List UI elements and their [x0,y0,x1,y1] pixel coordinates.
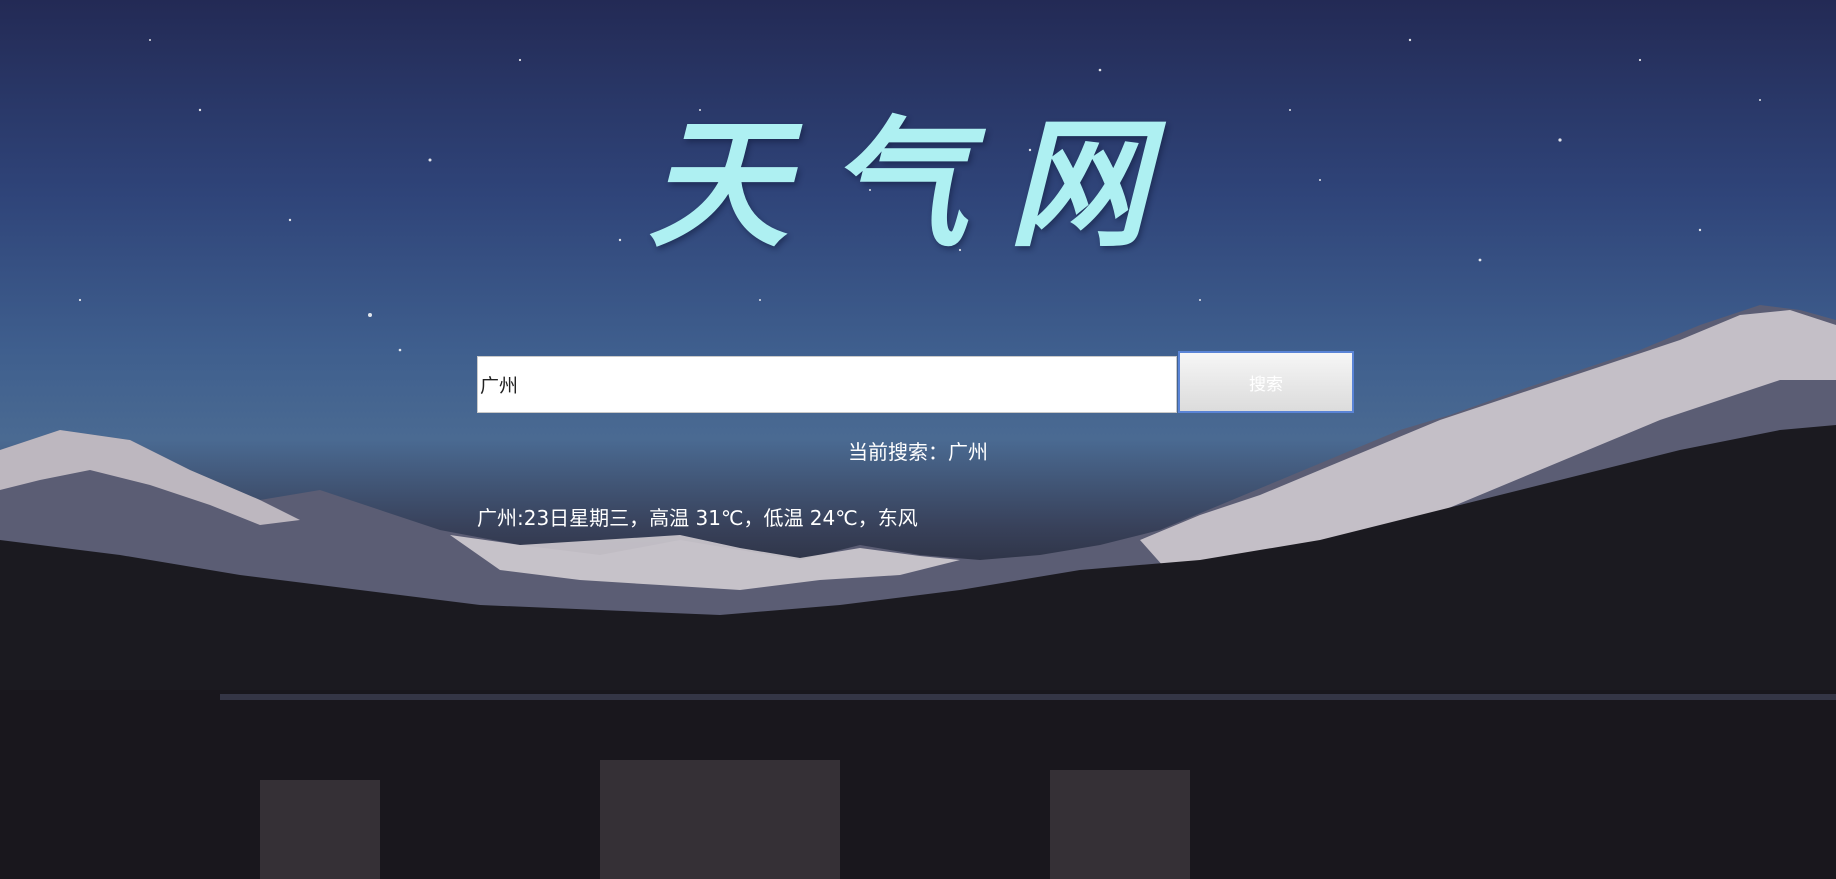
weather-result-text: 广州:23日星期三，高温 31℃，低温 24℃，东风 [477,506,918,530]
search-button[interactable]: 搜索 [1178,351,1354,413]
search-input[interactable] [477,356,1177,413]
search-bar: 搜索 [477,351,1354,413]
current-search-label: 当前搜索：广州 [848,440,988,464]
weather-page: 天气网 搜索 当前搜索：广州 广州:23日星期三，高温 31℃，低温 24℃，东… [0,0,1836,879]
lake-shoreline [220,694,1836,700]
page-title: 天气网 [647,103,1188,267]
